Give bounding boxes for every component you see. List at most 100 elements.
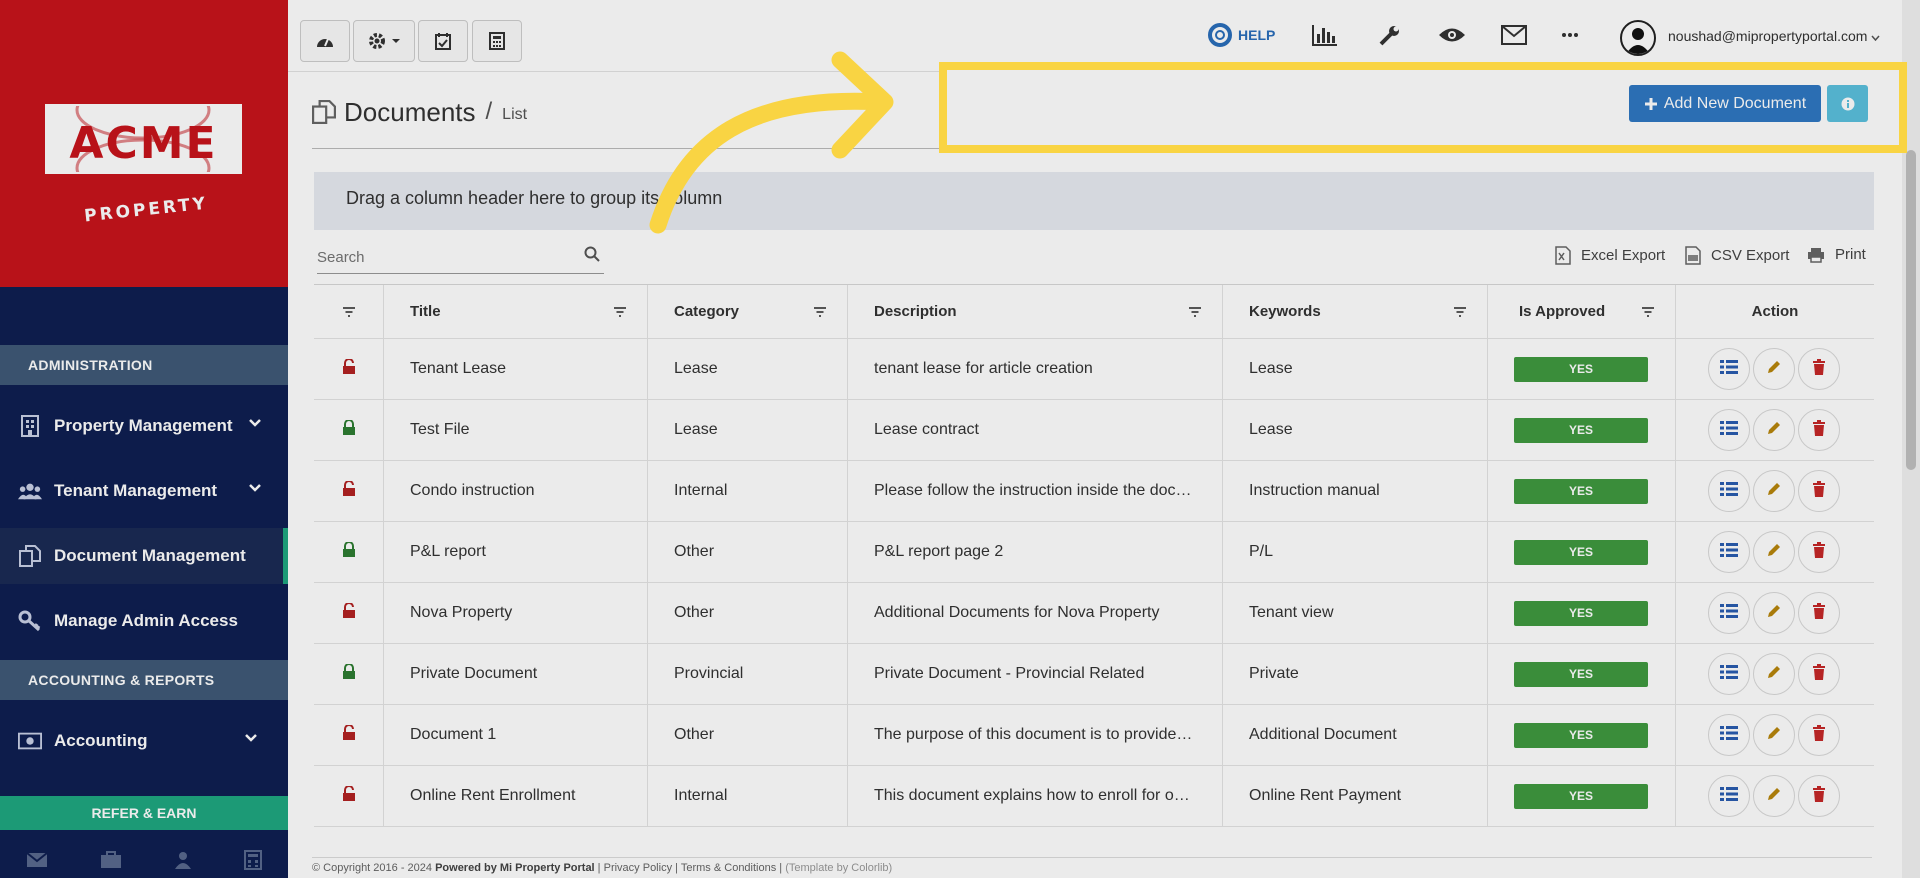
approved-badge: YES [1514,417,1648,443]
help-link[interactable]: HELP [1208,20,1275,50]
privacy-policy-link[interactable]: Privacy Policy [604,862,672,874]
settings-dropdown-button[interactable] [353,20,415,62]
breadcrumb-current: List [502,106,528,123]
trash-icon [1812,602,1826,624]
approved-badge: YES [1514,722,1648,748]
delete-button[interactable] [1798,531,1840,573]
cell-description: Private Document - Provincial Related [847,644,1222,704]
sidebar-item-document-management[interactable]: Document Management [0,528,288,584]
delete-button[interactable] [1798,409,1840,451]
table-row[interactable]: Online Rent Enrollment Internal This docum… [314,766,1874,827]
calculator-button[interactable] [472,20,522,62]
lock-open-icon [342,601,356,624]
sidebar-footer-icons [0,842,288,878]
details-button[interactable] [1708,531,1750,573]
table-row[interactable]: Tenant Lease Lease tenant lease for articl… [314,339,1874,400]
group-by-panel[interactable]: Drag a column header here to group its c… [314,172,1874,230]
user-menu[interactable]: noushad@mipropertyportal.com [1668,28,1880,44]
briefcase-icon[interactable] [100,851,122,869]
table-row[interactable]: Private Document Provincial Private Docume… [314,644,1874,705]
dashboard-button[interactable] [300,20,350,62]
cell-keywords: Tenant view [1222,583,1487,643]
delete-button[interactable] [1798,775,1840,817]
column-header-category[interactable]: Category [647,285,847,338]
table-row[interactable]: P&L report Other P&L report page 2 P/L YES [314,522,1874,583]
print-button[interactable]: Print [1807,246,1866,263]
details-button[interactable] [1708,592,1750,634]
edit-button[interactable] [1753,775,1795,817]
sidebar-item-tenant-management[interactable]: Tenant Management [0,463,288,519]
more-icon-button[interactable] [1562,20,1578,50]
edit-button[interactable] [1753,653,1795,695]
filter-icon[interactable] [1453,306,1467,318]
column-header-is-approved[interactable]: Is Approved [1487,285,1675,338]
delete-button[interactable] [1798,470,1840,512]
delete-button[interactable] [1798,348,1840,390]
sidebar-item-accounting[interactable]: Accounting [0,713,288,769]
filter-icon[interactable] [813,306,827,318]
terms-link[interactable]: Terms & Conditions [681,862,776,874]
excel-export-button[interactable]: Excel Export [1555,246,1665,265]
column-header-keywords[interactable]: Keywords [1222,285,1487,338]
search-icon[interactable] [584,246,600,262]
table-row[interactable]: Test File Lease Lease contract Lease YES [314,400,1874,461]
print-label: Print [1835,246,1866,263]
delete-button[interactable] [1798,714,1840,756]
delete-button[interactable] [1798,653,1840,695]
filter-icon[interactable] [1641,306,1655,318]
sidebar-item-manage-admin-access[interactable]: Manage Admin Access [0,593,288,649]
eye-icon [1439,28,1465,42]
keywords-text: Online Rent Payment [1249,787,1402,804]
tools-icon-button[interactable] [1378,20,1402,50]
search-input[interactable] [317,244,577,270]
calculator-icon[interactable] [244,850,262,870]
table-row[interactable]: Nova Property Other Additional Documents f… [314,583,1874,644]
page-scrollbar[interactable] [1902,0,1920,878]
details-button[interactable] [1708,470,1750,512]
edit-button[interactable] [1753,714,1795,756]
filter-icon[interactable] [613,306,627,318]
column-header-title[interactable]: Title [383,285,647,338]
table-row[interactable]: Condo instruction Internal Please follow t… [314,461,1874,522]
reports-icon-button[interactable] [1312,20,1338,50]
column-header-description[interactable]: Description [847,285,1222,338]
sidebar-item-property-management[interactable]: Property Management [0,398,288,454]
filter-icon [342,306,355,317]
edit-button[interactable] [1753,348,1795,390]
add-new-document-button[interactable]: Add New Document [1629,85,1821,122]
edit-button[interactable] [1753,592,1795,634]
breadcrumb: Documents / List [312,92,527,132]
info-button[interactable] [1827,85,1868,122]
table-row[interactable]: Document 1 Other The purpose of this docum… [314,705,1874,766]
cell-category: Provincial [647,644,847,704]
user-icon[interactable] [174,851,192,869]
footer-powered-by[interactable]: Powered by Mi Property Portal [435,862,595,874]
refer-earn-button[interactable]: REFER & EARN [0,796,288,830]
sidebar: ACME PROPERTY ADMINISTRATION Property Ma… [0,0,288,878]
view-icon-button[interactable] [1438,20,1466,50]
edit-button[interactable] [1753,470,1795,512]
cell-description: The purpose of this document is to provi… [847,705,1222,765]
scrollbar-thumb[interactable] [1906,150,1916,470]
approved-badge: YES [1514,783,1648,809]
details-button[interactable] [1708,348,1750,390]
edit-button[interactable] [1753,531,1795,573]
title-text: Nova Property [410,604,513,621]
details-button[interactable] [1708,409,1750,451]
avatar[interactable] [1620,20,1656,56]
row-filter-header[interactable] [314,285,383,338]
filter-icon[interactable] [1188,306,1202,318]
keywords-text: Private [1249,665,1299,682]
edit-button[interactable] [1753,409,1795,451]
logo-area: ACME PROPERTY [0,0,288,287]
csv-export-button[interactable]: CSV Export [1685,246,1789,265]
lock-cell [314,522,383,582]
details-button[interactable] [1708,714,1750,756]
calendar-button[interactable] [418,20,468,62]
delete-button[interactable] [1798,592,1840,634]
mail-icon[interactable] [26,852,48,868]
details-button[interactable] [1708,775,1750,817]
details-button[interactable] [1708,653,1750,695]
logo[interactable]: ACME [45,104,242,174]
messages-icon-button[interactable] [1501,20,1527,50]
